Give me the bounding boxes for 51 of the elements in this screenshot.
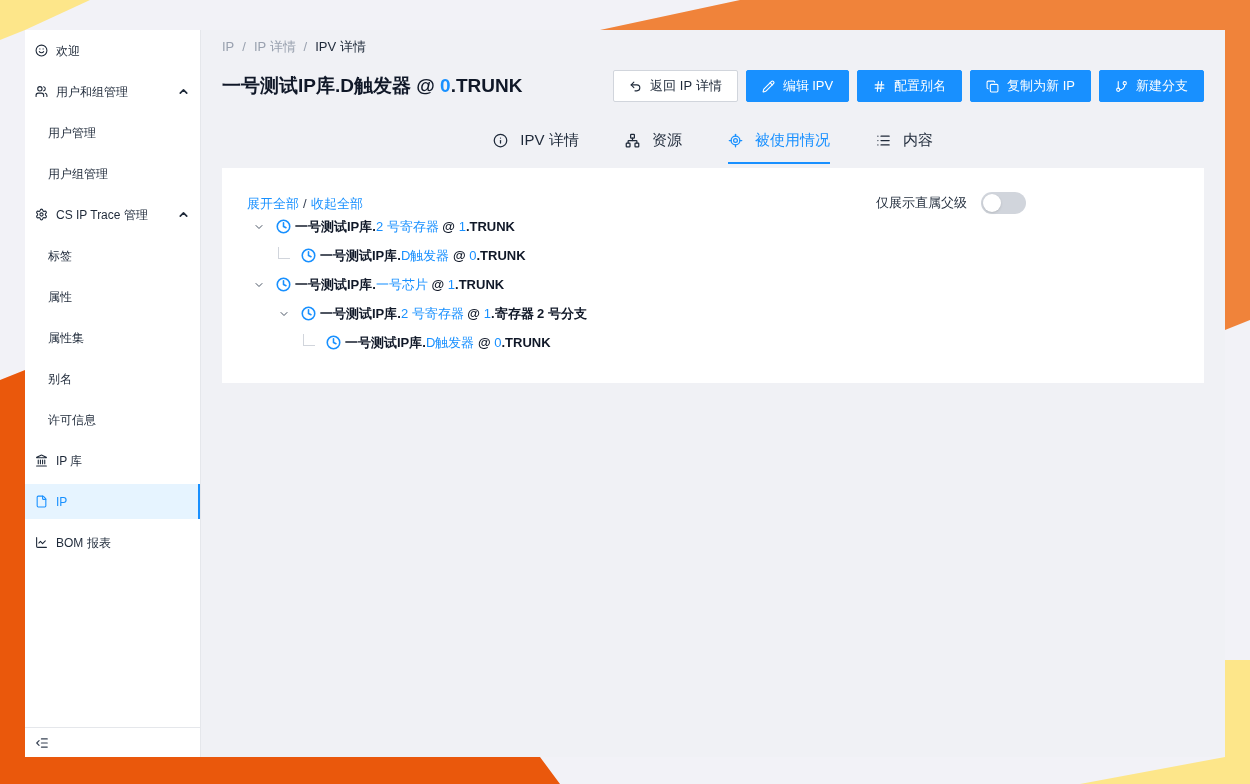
sidebar-item[interactable]: IP 库 <box>25 443 200 478</box>
hash-icon <box>873 79 887 93</box>
tree-node-label[interactable]: 一号测试IP库.2 号寄存器 @ 1.寄存器 2 号分支 <box>320 303 587 324</box>
clock-icon <box>326 335 341 350</box>
sidebar-item[interactable]: 属性 <box>25 276 200 317</box>
sidebar-item[interactable]: BOM 报表 <box>25 525 200 560</box>
toggle-switch[interactable] <box>981 192 1026 214</box>
pencil-icon <box>761 79 775 93</box>
toggle-label: 仅展示直属父级 <box>876 194 967 213</box>
settings-icon <box>35 208 48 221</box>
tab[interactable]: IPV 详情 <box>493 120 579 164</box>
tree-connector <box>303 333 315 346</box>
tab[interactable]: 资源 <box>624 120 682 164</box>
sidebar-item[interactable]: 用户管理 <box>25 112 200 153</box>
breadcrumb-item: IPV 详情 <box>315 38 366 57</box>
clock-icon <box>301 306 316 321</box>
clock-icon <box>276 219 291 234</box>
copy-icon <box>986 79 1000 93</box>
sidebar-item[interactable]: 用户组管理 <box>25 153 200 194</box>
breadcrumb-separator: / <box>303 38 308 57</box>
nodes-icon <box>624 132 640 148</box>
file-icon <box>35 495 48 508</box>
bank-icon <box>35 454 48 467</box>
info-icon <box>493 132 509 148</box>
clock-icon <box>301 248 316 263</box>
tree-node-label[interactable]: 一号测试IP库.一号芯片 @ 1.TRUNK <box>295 274 505 295</box>
sidebar-item[interactable]: 别名 <box>25 358 200 399</box>
collapse-menu-icon[interactable] <box>35 735 49 750</box>
page-title: 一号测试IP库.D触发器 @ 0.TRUNK <box>222 73 523 98</box>
sidebar-item[interactable]: 标签 <box>25 235 200 276</box>
target-icon <box>727 132 743 148</box>
smiley-icon <box>35 44 48 57</box>
users-icon <box>35 85 48 98</box>
tree-connector <box>278 246 290 259</box>
sidebar-group[interactable]: 用户和组管理 <box>25 71 200 112</box>
list-icon <box>875 132 891 148</box>
sidebar-group[interactable]: CS IP Trace 管理 <box>25 194 200 235</box>
tab[interactable]: 内容 <box>875 120 933 164</box>
sidebar-item[interactable]: 欢迎 <box>25 33 200 68</box>
sidebar-item[interactable]: 许可信息 <box>25 399 200 440</box>
tree-node-label[interactable]: 一号测试IP库.D触发器 @ 0.TRUNK <box>345 332 551 353</box>
clock-icon <box>276 277 291 292</box>
breadcrumb-separator: / <box>242 38 246 57</box>
tree-node-label[interactable]: 一号测试IP库.D触发器 @ 0.TRUNK <box>320 245 526 266</box>
tree-node-label[interactable]: 一号测试IP库.2 号寄存器 @ 1.TRUNK <box>295 216 515 237</box>
line-chart-icon <box>35 536 48 549</box>
branch-icon <box>1115 79 1128 93</box>
sidebar-item[interactable]: 属性集 <box>25 317 200 358</box>
action-button[interactable]: 返回 IP 详情 <box>613 70 738 102</box>
link-separator: / <box>303 195 307 213</box>
return-icon <box>629 79 643 93</box>
